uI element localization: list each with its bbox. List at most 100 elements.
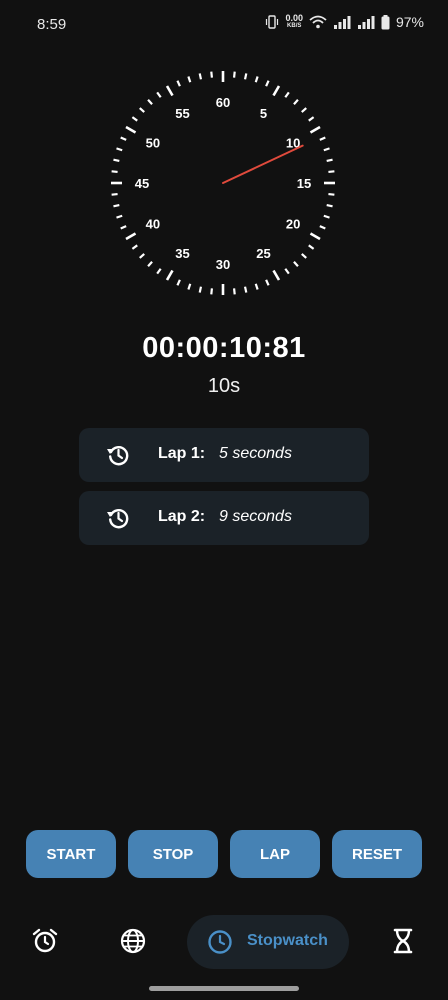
dial-number: 40: [146, 217, 160, 232]
dial-tick: [210, 288, 214, 295]
dial-tick: [309, 232, 321, 241]
dial-tick: [125, 232, 137, 241]
dial-tick: [187, 283, 192, 290]
lap-label: Lap 1:: [158, 445, 206, 462]
lap-item: Lap 2: 9 seconds: [79, 491, 369, 545]
dial-tick: [328, 192, 335, 196]
dial-tick: [232, 288, 236, 295]
dial-tick: [131, 244, 138, 250]
dial-tick: [176, 279, 181, 286]
dial-tick: [147, 99, 153, 105]
dial-tick: [284, 91, 290, 98]
control-buttons: START STOP LAP RESET: [26, 830, 422, 878]
dial-number: 35: [175, 246, 189, 261]
status-bar: 8:59 0.00 KB/S 97%: [0, 0, 448, 50]
dial-tick: [326, 158, 333, 163]
dial-number: 50: [146, 136, 160, 151]
lap-timer-icon: [107, 508, 129, 529]
dial-number: 25: [256, 246, 270, 261]
dial-number: 55: [175, 106, 189, 121]
lap-list: Lap 1: 5 seconds Lap 2: 9 seconds: [79, 428, 369, 554]
lap-button[interactable]: LAP: [230, 830, 320, 878]
dial-number: 30: [216, 257, 230, 272]
dial-tick: [326, 203, 333, 208]
nav-stopwatch-label: Stopwatch: [247, 932, 328, 949]
dial-tick: [301, 253, 307, 259]
lap-label: Lap 2:: [158, 508, 206, 525]
lap-value: 9 seconds: [219, 508, 292, 525]
dial-tick: [232, 71, 236, 78]
dial-tick: [125, 125, 137, 134]
nav-stopwatch-tab[interactable]: Stopwatch: [187, 915, 349, 969]
wifi-icon: [309, 15, 327, 29]
dial-tick: [113, 203, 120, 208]
start-button[interactable]: START: [26, 830, 116, 878]
stopwatch-dial: 60510152025303540455055: [111, 71, 335, 295]
dial-tick: [319, 136, 326, 141]
dial-tick: [308, 116, 315, 122]
dial-number: 45: [135, 176, 149, 191]
home-indicator[interactable]: [149, 986, 299, 991]
elapsed-time: 00:00:10:81: [142, 332, 306, 364]
lap-value: 5 seconds: [219, 445, 292, 462]
dial-tick: [187, 76, 192, 83]
dial-number: 15: [297, 176, 311, 191]
alarm-icon[interactable]: [31, 927, 59, 955]
battery-percent: 97%: [395, 14, 424, 30]
dial-tick: [116, 214, 123, 219]
dial-tick: [284, 268, 290, 275]
dial-tick: [116, 147, 123, 152]
dial-number: 5: [260, 106, 267, 121]
dial-tick: [111, 170, 118, 174]
dial-tick: [243, 73, 248, 80]
stopwatch-icon: [208, 930, 232, 954]
dial-tick: [156, 268, 162, 275]
signal-icon: [333, 16, 351, 29]
dial-tick: [272, 85, 281, 97]
dial-tick: [308, 244, 315, 250]
dial-tick: [139, 107, 145, 113]
dial-tick: [210, 71, 214, 78]
dial-tick: [156, 91, 162, 98]
elapsed-seconds: 10s: [207, 375, 241, 397]
dial-tick: [165, 269, 174, 281]
dial-tick: [328, 170, 335, 174]
dial-tick: [309, 125, 321, 134]
dial-tick: [254, 76, 259, 83]
status-time: 8:59: [37, 16, 67, 33]
signal-icon-2: [357, 16, 375, 29]
lap-item: Lap 1: 5 seconds: [79, 428, 369, 482]
lap-timer-icon: [107, 445, 129, 466]
dial-tick: [139, 253, 145, 259]
second-hand: [222, 144, 304, 184]
dial-tick: [120, 136, 127, 141]
dial-number: 20: [286, 217, 300, 232]
dial-tick: [198, 286, 203, 293]
dial-tick: [111, 192, 118, 196]
dial-tick: [147, 261, 153, 267]
dial-tick: [165, 85, 174, 97]
status-icons: 0.00 KB/S 97%: [265, 14, 424, 30]
dial-tick: [254, 283, 259, 290]
bottom-navigation: Stopwatch: [0, 910, 448, 974]
dial-tick: [243, 286, 248, 293]
globe-icon[interactable]: [119, 927, 147, 955]
net-speed: 0.00 KB/S: [285, 13, 303, 30]
dial-tick: [301, 107, 307, 113]
stop-button[interactable]: STOP: [128, 830, 218, 878]
dial-tick: [131, 116, 138, 122]
dial-number: 60: [216, 95, 230, 110]
dial-tick: [272, 269, 281, 281]
dial-tick: [176, 80, 181, 87]
vibrate-icon: [266, 15, 279, 29]
battery-icon: [381, 14, 390, 29]
hourglass-icon[interactable]: [389, 927, 417, 955]
dial-tick: [113, 158, 120, 163]
dial-tick: [319, 225, 326, 230]
dial-tick: [323, 214, 330, 219]
reset-button[interactable]: RESET: [332, 830, 422, 878]
dial-tick: [265, 80, 270, 87]
dial-tick: [323, 147, 330, 152]
dial-tick: [120, 225, 127, 230]
dial-tick: [198, 73, 203, 80]
